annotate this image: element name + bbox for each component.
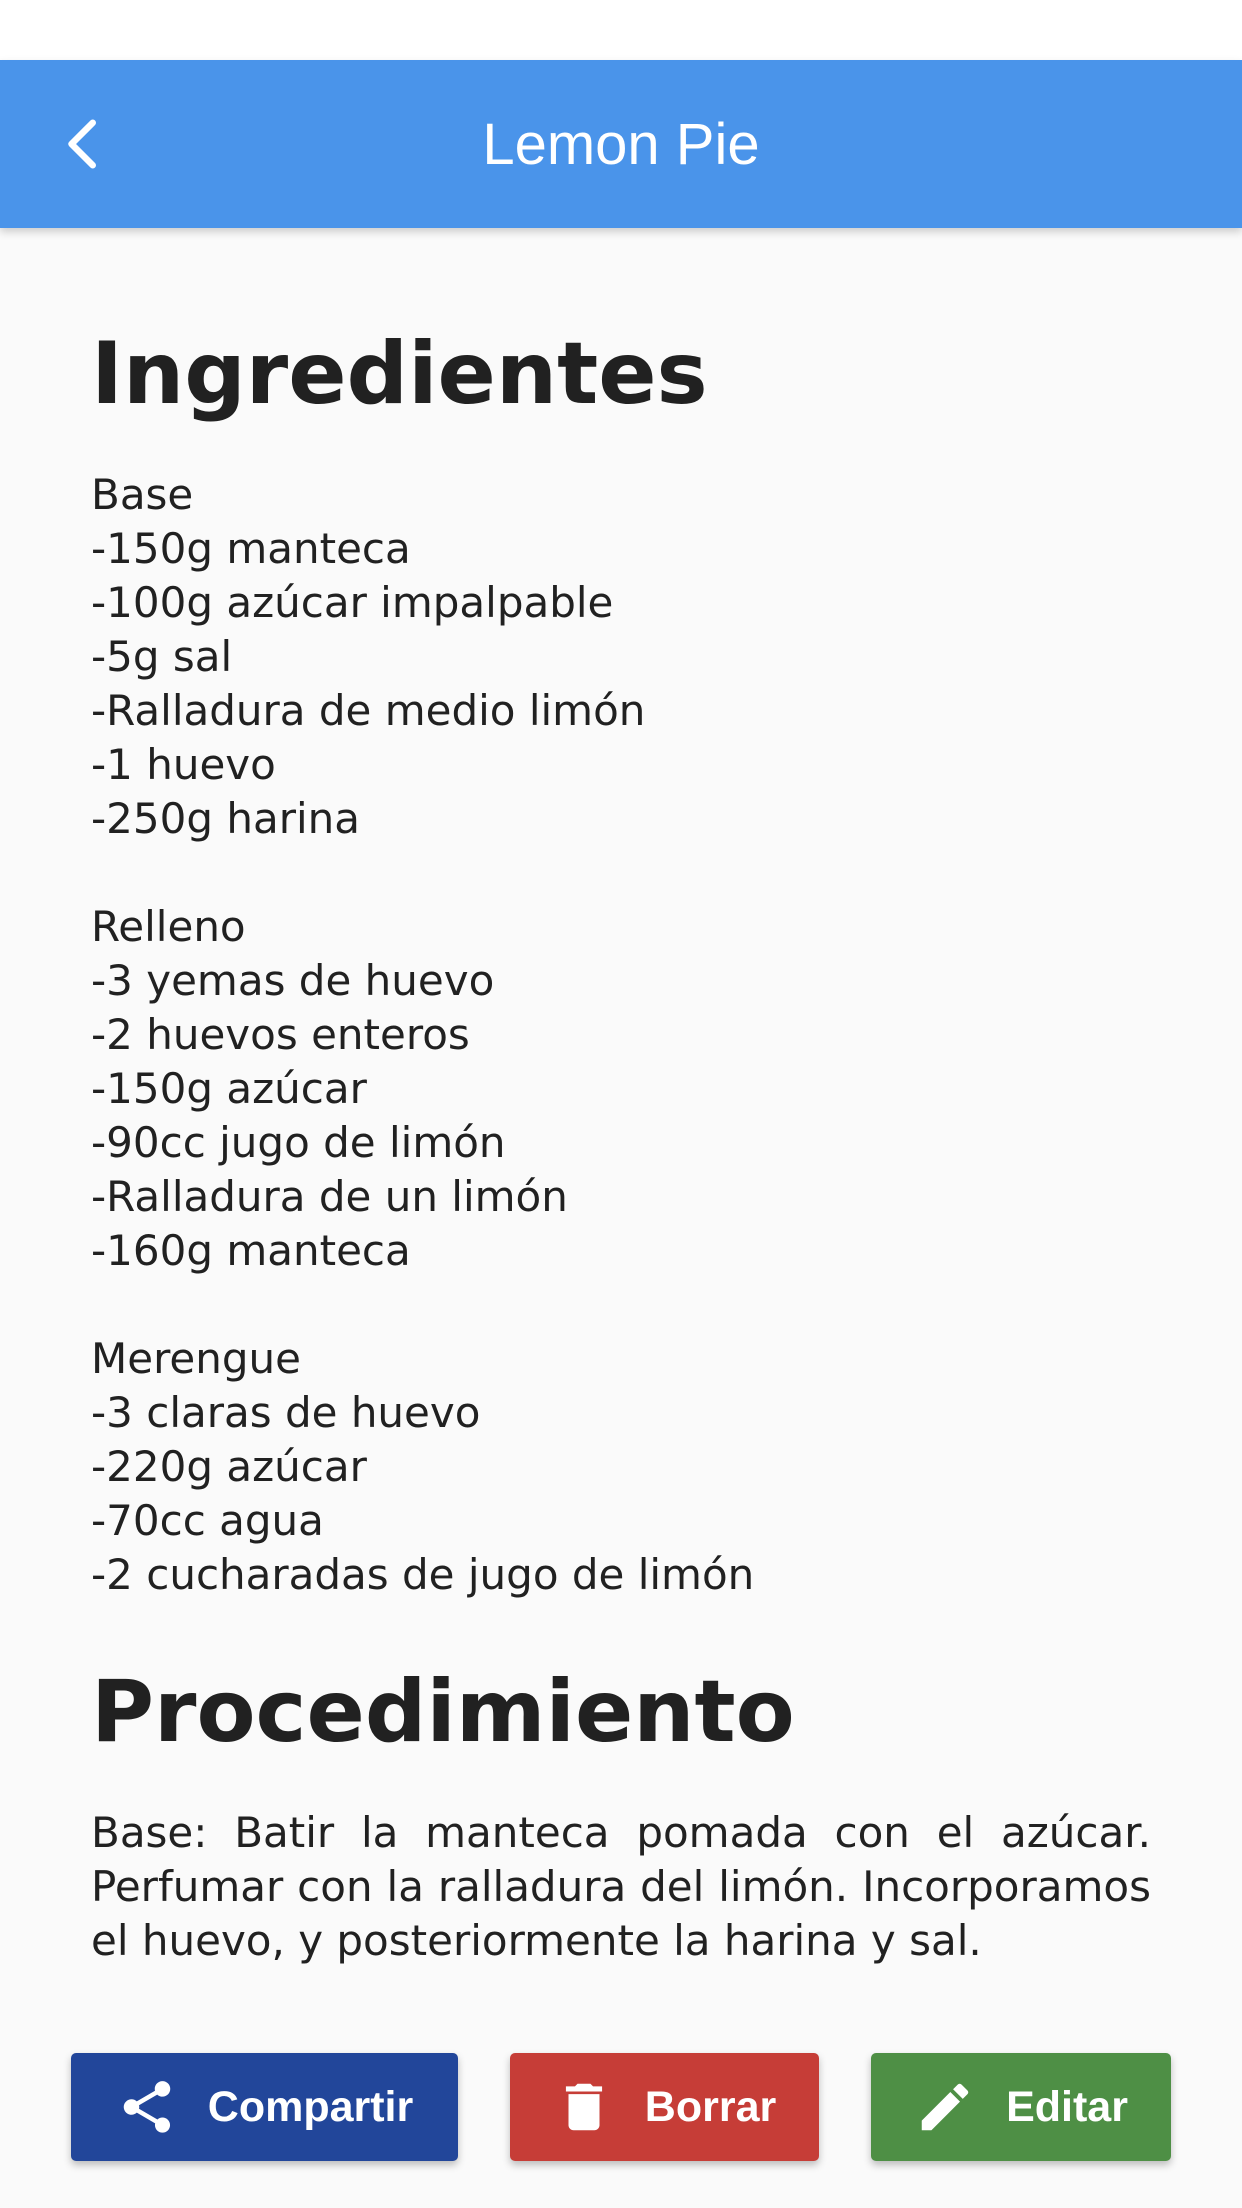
- back-button[interactable]: [40, 100, 128, 188]
- procedure-text: Base: Batir la manteca pomada con el azú…: [91, 1808, 1151, 1965]
- ingredient-item: -2 huevos enteros: [91, 1010, 470, 1059]
- edit-button[interactable]: Editar: [871, 2053, 1171, 2161]
- ingredient-item: -100g azúcar impalpable: [91, 578, 614, 627]
- ingredient-item: -160g manteca: [91, 1226, 411, 1275]
- ingredients-heading: Ingredientes: [91, 324, 708, 424]
- ingredient-item: -Ralladura de medio limón: [91, 686, 646, 735]
- share-icon: [116, 2076, 178, 2138]
- ingredient-item: -250g harina: [91, 794, 360, 843]
- ingredient-item: -150g manteca: [91, 524, 411, 573]
- app-bar: Lemon Pie: [0, 60, 1242, 228]
- procedure-heading: Procedimiento: [91, 1662, 795, 1762]
- ingredient-item: -70cc agua: [91, 1496, 324, 1545]
- page-title: Lemon Pie: [482, 111, 760, 177]
- status-bar: [0, 0, 1242, 60]
- ingredient-item: -150g azúcar: [91, 1064, 367, 1113]
- ingredient-group-title: Relleno: [91, 902, 246, 951]
- chevron-left-icon: [68, 119, 96, 169]
- ingredient-item: -5g sal: [91, 632, 233, 681]
- ingredients-list: Base -150g manteca -100g azúcar impalpab…: [91, 468, 1151, 1602]
- pencil-icon: [914, 2076, 976, 2138]
- share-button[interactable]: Compartir: [71, 2053, 458, 2161]
- ingredient-item: -3 yemas de huevo: [91, 956, 495, 1005]
- ingredient-item: -Ralladura de un limón: [91, 1172, 568, 1221]
- delete-button-label: Borrar: [644, 2082, 777, 2131]
- trash-icon: [553, 2076, 615, 2138]
- ingredient-group-title: Base: [91, 470, 194, 519]
- ingredient-item: -3 claras de huevo: [91, 1388, 481, 1437]
- recipe-content[interactable]: Ingredientes Base -150g manteca -100g az…: [91, 228, 1151, 1998]
- delete-button[interactable]: Borrar: [510, 2053, 819, 2161]
- ingredient-item: -1 huevo: [91, 740, 276, 789]
- ingredient-item: -220g azúcar: [91, 1442, 367, 1491]
- share-button-label: Compartir: [207, 2082, 414, 2131]
- action-bar: Compartir Borrar Editar: [0, 2000, 1242, 2208]
- ingredient-item: -2 cucharadas de jugo de limón: [91, 1550, 755, 1599]
- edit-button-label: Editar: [1006, 2082, 1128, 2131]
- ingredient-group-title: Merengue: [91, 1334, 301, 1383]
- ingredient-item: -90cc jugo de limón: [91, 1118, 506, 1167]
